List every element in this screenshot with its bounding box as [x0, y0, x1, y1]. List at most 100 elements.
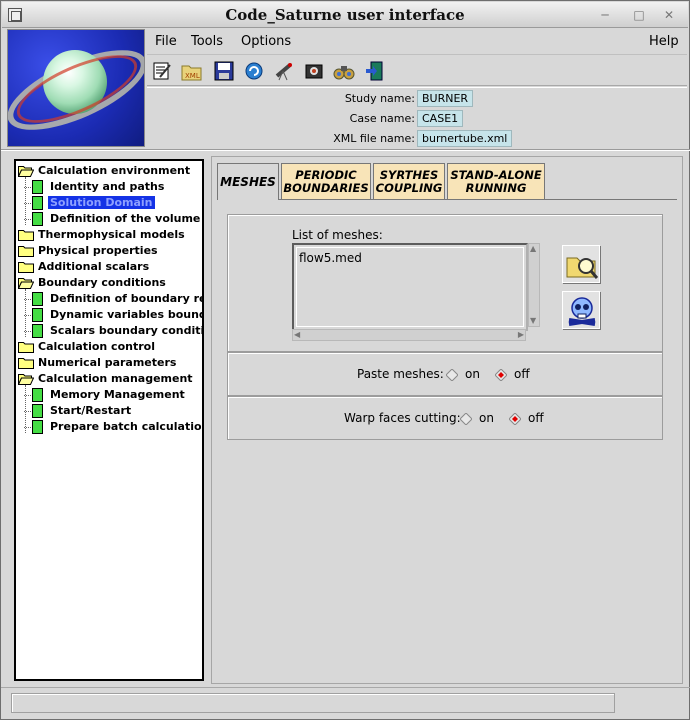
menu-help[interactable]: Help	[649, 34, 679, 49]
tree-connector	[24, 411, 31, 412]
camera-icon[interactable]	[303, 60, 325, 82]
save-icon[interactable]	[213, 60, 235, 82]
binoculars-icon[interactable]	[333, 60, 355, 82]
study-name-row: Study name: BURNER	[147, 90, 687, 108]
navigation-tree[interactable]: Calculation environment Identity and path…	[14, 159, 204, 681]
maximize-icon[interactable]: □	[632, 8, 646, 22]
edit-icon[interactable]	[151, 60, 173, 82]
folder-open-icon	[18, 373, 34, 385]
open-folder-magnifier-icon	[566, 257, 599, 279]
top-separator	[1, 149, 690, 151]
folder-open-icon	[18, 277, 34, 289]
folder-icon	[18, 245, 34, 257]
tab-periodic-boundaries[interactable]: PERIODIC BOUNDARIES	[281, 163, 371, 199]
warp-on-label[interactable]: on	[479, 411, 494, 425]
tree-item-label: Solution Domain	[48, 196, 155, 209]
tree-item-label: Start/Restart	[50, 404, 132, 417]
page-icon	[32, 292, 43, 306]
tree-item-label: Prepare batch calculation	[50, 420, 204, 433]
scroll-left-icon[interactable]: ◀	[294, 330, 300, 340]
paste-meshes-label: Paste meshes:	[357, 367, 444, 381]
page-icon	[32, 420, 43, 434]
scroll-down-icon[interactable]: ▼	[530, 316, 536, 326]
rotate-icon[interactable]	[243, 60, 265, 82]
tree-connector	[24, 427, 31, 428]
tree-connector	[25, 177, 26, 225]
page-icon	[32, 308, 43, 322]
study-name-value: BURNER	[417, 90, 474, 107]
folder-open-icon	[18, 165, 34, 177]
folder-icon	[18, 261, 34, 273]
meshes-listbox-inner: flow5.med	[296, 247, 524, 327]
tab-standalone-running[interactable]: STAND-ALONE RUNNING	[447, 163, 545, 199]
menu-options[interactable]: Options	[241, 34, 291, 49]
menu-bar: File Tools Options Help	[147, 29, 687, 55]
meshes-horizontal-scrollbar[interactable]: ◀ ▶	[292, 329, 526, 341]
menu-file[interactable]: File	[155, 34, 177, 49]
case-name-label: Case name:	[349, 112, 415, 125]
exit-icon[interactable]	[363, 60, 385, 82]
page-icon	[32, 212, 43, 226]
tree-item-label: Numerical parameters	[38, 356, 177, 369]
menu-tools[interactable]: Tools	[191, 34, 223, 49]
tab-syrthes-label-1: SYRTHES	[379, 167, 439, 182]
title-bar: Code_Saturne user interface ─ □ ✕	[2, 2, 688, 28]
open-mesh-button[interactable]	[562, 245, 600, 283]
case-name-row: Case name: CASE1	[147, 110, 687, 128]
warp-faces-group: Warp faces cutting: on off	[227, 396, 663, 440]
paste-off-label[interactable]: off	[514, 367, 530, 381]
tab-meshes[interactable]: MESHES	[217, 163, 279, 200]
warp-off-label[interactable]: off	[528, 411, 544, 425]
warp-off-radio[interactable]	[509, 413, 521, 425]
folder-icon	[18, 357, 34, 369]
case-name-value: CASE1	[417, 110, 464, 127]
meshes-listbox[interactable]: flow5.med	[292, 243, 528, 331]
xml-file-row: XML file name: burnertube.xml	[147, 130, 687, 148]
paste-off-radio[interactable]	[495, 369, 507, 381]
open-xml-icon[interactable]: XML	[181, 60, 203, 82]
tree-item-label: Definition of boundary regions	[50, 292, 202, 305]
paste-meshes-group: Paste meshes: on off	[227, 352, 663, 396]
tree-connector	[24, 331, 31, 332]
main-window: Code_Saturne user interface ─ □ ✕ File T…	[0, 0, 690, 720]
tree-connector	[24, 187, 31, 188]
close-icon[interactable]: ✕	[662, 8, 676, 22]
paste-on-radio[interactable]	[446, 369, 458, 381]
tree-item-label: Thermophysical models	[38, 228, 185, 241]
window-title: Code_Saturne user interface	[225, 6, 465, 24]
warp-on-radio[interactable]	[460, 413, 472, 425]
page-icon	[32, 196, 43, 210]
tab-periodic-label-1: PERIODIC	[295, 167, 357, 182]
tab-meshes-label: MESHES	[220, 174, 276, 189]
tree-item-label: Calculation control	[38, 340, 155, 353]
scroll-right-icon[interactable]: ▶	[518, 330, 524, 340]
folder-icon	[18, 341, 34, 353]
bottom-separator	[1, 687, 690, 688]
delete-mesh-button[interactable]	[562, 291, 600, 329]
scroll-up-icon[interactable]: ▲	[530, 244, 536, 254]
tab-syrthes-coupling[interactable]: SYRTHES COUPLING	[373, 163, 445, 199]
tree-item-label: Scalars boundary conditions	[50, 324, 204, 337]
tree-item-label: Calculation environment	[38, 164, 191, 177]
tree-item-label: Additional scalars	[38, 260, 150, 273]
tree-connector	[24, 395, 31, 396]
mesh-list-item[interactable]: flow5.med	[299, 251, 362, 265]
tree-item-label: Memory Management	[50, 388, 185, 401]
tree-connector	[24, 299, 31, 300]
study-name-label: Study name:	[344, 92, 415, 105]
page-icon	[32, 180, 43, 194]
tree-item-label: Calculation management	[38, 372, 193, 385]
xml-file-label: XML file name:	[333, 132, 415, 145]
minimize-icon[interactable]: ─	[598, 8, 612, 22]
page-icon	[32, 324, 43, 338]
tab-standalone-label-1: STAND-ALONE	[450, 167, 542, 182]
tree-item-label: Identity and paths	[50, 180, 165, 193]
tree-connector	[24, 219, 31, 220]
paste-on-label[interactable]: on	[465, 367, 480, 381]
meshes-vertical-scrollbar[interactable]: ▲ ▼	[528, 243, 540, 327]
telescope-icon[interactable]	[273, 60, 295, 82]
skull-crossbones-icon	[568, 297, 596, 326]
tree-item-label: Definition of the volume zones	[50, 212, 202, 225]
page-icon	[32, 404, 43, 418]
tree-connector	[24, 315, 31, 316]
